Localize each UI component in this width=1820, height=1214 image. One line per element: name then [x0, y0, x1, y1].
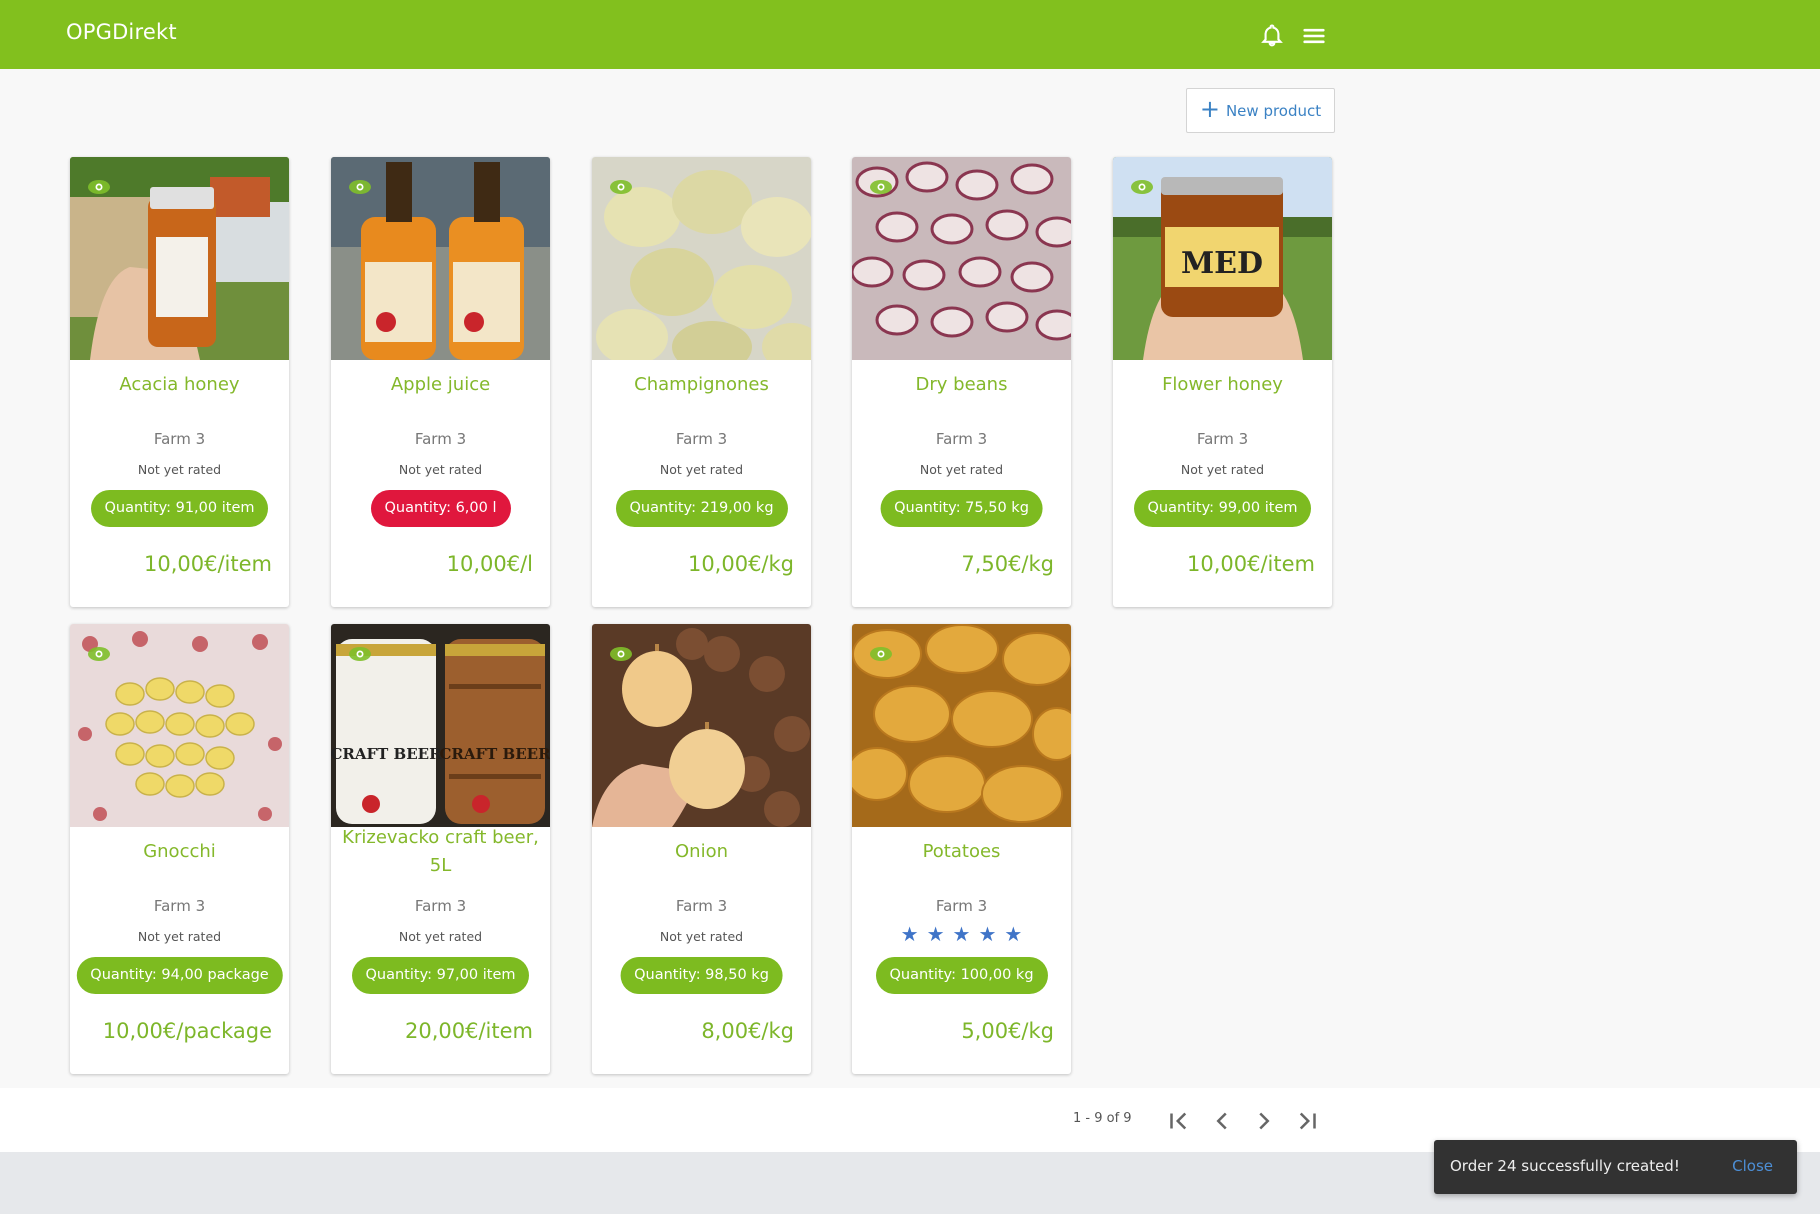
product-image[interactable] — [592, 157, 811, 360]
svg-text:CRAFT BEER: CRAFT BEER — [331, 745, 442, 763]
product-name[interactable]: Krizevacko craft beer, 5L — [339, 824, 542, 880]
app-title[interactable]: OPGDirekt — [66, 20, 177, 44]
farm-name: Farm 3 — [153, 430, 206, 448]
prev-page-icon[interactable] — [1207, 1106, 1237, 1136]
product-card[interactable]: CRAFT BEER CRAFT BEER Krizevacko craft b… — [331, 624, 550, 1074]
visibility-eye-icon[interactable] — [86, 644, 112, 664]
plus-icon: + — [1199, 95, 1220, 123]
star-icon[interactable]: ★ — [927, 922, 953, 946]
hamburger-menu-icon[interactable] — [1300, 22, 1328, 50]
rating-text: Not yet rated — [137, 929, 222, 944]
star-icon[interactable]: ★ — [978, 922, 1004, 946]
product-image[interactable] — [331, 157, 550, 360]
product-name[interactable]: Dry beans — [860, 371, 1063, 399]
product-card[interactable]: Acacia honey Farm 3 Not yet rated Quanti… — [70, 157, 289, 607]
quantity-badge: Quantity: 97,00 item — [351, 957, 530, 994]
visibility-eye-icon[interactable] — [868, 177, 894, 197]
rating-text: Not yet rated — [919, 462, 1004, 477]
star-icon[interactable]: ★ — [901, 922, 927, 946]
rating-text: Not yet rated — [398, 462, 483, 477]
product-card[interactable]: Champignones Farm 3 Not yet rated Quanti… — [592, 157, 811, 607]
visibility-eye-icon[interactable] — [347, 177, 373, 197]
star-icon[interactable]: ★ — [953, 922, 979, 946]
rating-text: Not yet rated — [1180, 462, 1265, 477]
rating-text: Not yet rated — [137, 462, 222, 477]
product-card[interactable]: MED Flower honey Farm 3 Not yet rated Qu… — [1113, 157, 1332, 607]
first-page-icon[interactable] — [1164, 1106, 1194, 1136]
product-name[interactable]: Potatoes — [860, 838, 1063, 866]
rating-text: Not yet rated — [659, 462, 744, 477]
product-name[interactable]: Onion — [600, 838, 803, 866]
toast-close-button[interactable]: Close — [1732, 1157, 1773, 1175]
product-image[interactable]: CRAFT BEER CRAFT BEER — [331, 624, 550, 827]
visibility-eye-icon[interactable] — [347, 644, 373, 664]
star-rating[interactable]: ★★★★★ — [852, 922, 1071, 946]
product-image[interactable] — [70, 157, 289, 360]
product-image[interactable] — [592, 624, 811, 827]
product-name[interactable]: Gnocchi — [78, 838, 281, 866]
product-image[interactable] — [70, 624, 289, 827]
snackbar-toast: Order 24 successfully created! Close — [1434, 1140, 1797, 1194]
price: 10,00€/kg — [687, 552, 794, 576]
price: 5,00€/kg — [961, 1019, 1054, 1043]
product-card[interactable]: Apple juice Farm 3 Not yet rated Quantit… — [331, 157, 550, 607]
svg-text:MED: MED — [1181, 246, 1263, 281]
price: 8,00€/kg — [701, 1019, 794, 1043]
product-name[interactable]: Flower honey — [1121, 371, 1324, 399]
quantity-badge: Quantity: 219,00 kg — [615, 490, 788, 527]
pagination-range: 1 - 9 of 9 — [1073, 1111, 1132, 1126]
top-app-bar: OPGDirekt — [0, 0, 1820, 69]
farm-name: Farm 3 — [935, 897, 988, 915]
quantity-badge: Quantity: 98,50 kg — [620, 957, 783, 994]
toast-message: Order 24 successfully created! — [1450, 1157, 1680, 1175]
visibility-eye-icon[interactable] — [868, 644, 894, 664]
bell-icon[interactable] — [1258, 22, 1286, 50]
product-name[interactable]: Champignones — [600, 371, 803, 399]
product-image[interactable] — [852, 624, 1071, 827]
farm-name: Farm 3 — [675, 897, 728, 915]
product-name[interactable]: Acacia honey — [78, 371, 281, 399]
last-page-icon[interactable] — [1292, 1106, 1322, 1136]
rating-text: Not yet rated — [398, 929, 483, 944]
price: 10,00€/item — [144, 552, 272, 576]
quantity-badge: Quantity: 75,50 kg — [880, 490, 1043, 527]
product-card[interactable]: Onion Farm 3 Not yet rated Quantity: 98,… — [592, 624, 811, 1074]
visibility-eye-icon[interactable] — [608, 177, 634, 197]
farm-name: Farm 3 — [675, 430, 728, 448]
quantity-badge: Quantity: 100,00 kg — [875, 957, 1048, 994]
new-product-label: New product — [1225, 101, 1322, 120]
farm-name: Farm 3 — [414, 897, 467, 915]
price: 10,00€/package — [102, 1019, 272, 1043]
visibility-eye-icon[interactable] — [1129, 177, 1155, 197]
farm-name: Farm 3 — [153, 897, 206, 915]
visibility-eye-icon[interactable] — [608, 644, 634, 664]
price: 10,00€/l — [446, 552, 533, 576]
quantity-badge: Quantity: 91,00 item — [90, 490, 269, 527]
quantity-badge: Quantity: 99,00 item — [1133, 490, 1312, 527]
product-card[interactable]: Dry beans Farm 3 Not yet rated Quantity:… — [852, 157, 1071, 607]
next-page-icon[interactable] — [1249, 1106, 1279, 1136]
product-image[interactable] — [852, 157, 1071, 360]
farm-name: Farm 3 — [935, 430, 988, 448]
quantity-badge: Quantity: 94,00 package — [76, 957, 283, 994]
farm-name: Farm 3 — [414, 430, 467, 448]
quantity-badge: Quantity: 6,00 l — [370, 490, 511, 527]
price: 10,00€/item — [1187, 552, 1315, 576]
price: 7,50€/kg — [961, 552, 1054, 576]
rating-text: Not yet rated — [659, 929, 744, 944]
visibility-eye-icon[interactable] — [86, 177, 112, 197]
product-card[interactable]: Potatoes Farm 3 ★★★★★ Quantity: 100,00 k… — [852, 624, 1071, 1074]
svg-text:CRAFT BEER: CRAFT BEER — [439, 745, 550, 763]
product-image[interactable]: MED — [1113, 157, 1332, 360]
product-name[interactable]: Apple juice — [339, 371, 542, 399]
new-product-button[interactable]: + New product — [1186, 88, 1335, 133]
product-card[interactable]: Gnocchi Farm 3 Not yet rated Quantity: 9… — [70, 624, 289, 1074]
price: 20,00€/item — [405, 1019, 533, 1043]
star-icon[interactable]: ★ — [1004, 922, 1030, 946]
farm-name: Farm 3 — [1196, 430, 1249, 448]
